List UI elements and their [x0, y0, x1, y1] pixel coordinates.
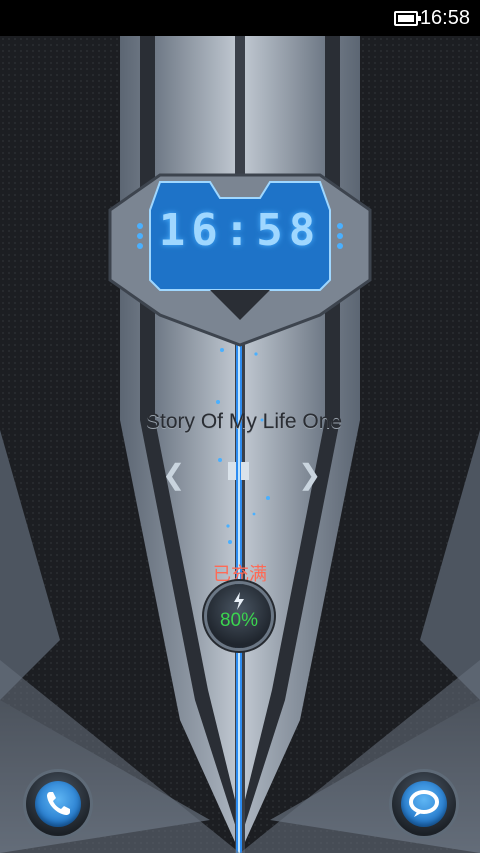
song-title: Story Of My Life One Direction [146, 410, 346, 433]
chevron-right-icon[interactable]: ❯ [298, 458, 321, 491]
battery-full-icon [394, 11, 421, 26]
charging-status: 已充满 [213, 564, 267, 584]
lightning-bolt-icon [234, 592, 244, 610]
lockscreen-background [0, 36, 480, 853]
phone-handset-icon [47, 792, 70, 815]
pause-icon[interactable] [228, 462, 250, 480]
message-shortcut-button[interactable] [392, 772, 456, 836]
lockscreen-clock: 16:58 [158, 205, 322, 256]
chevron-left-icon[interactable]: ❮ [162, 458, 185, 491]
battery-percent: 80% [219, 610, 259, 631]
phone-shortcut-button[interactable] [26, 772, 90, 836]
status-time: 16:58 [419, 7, 470, 29]
speech-bubble-icon [409, 790, 439, 817]
clock-frame [108, 173, 372, 347]
status-bar: 16:58 [0, 0, 480, 36]
